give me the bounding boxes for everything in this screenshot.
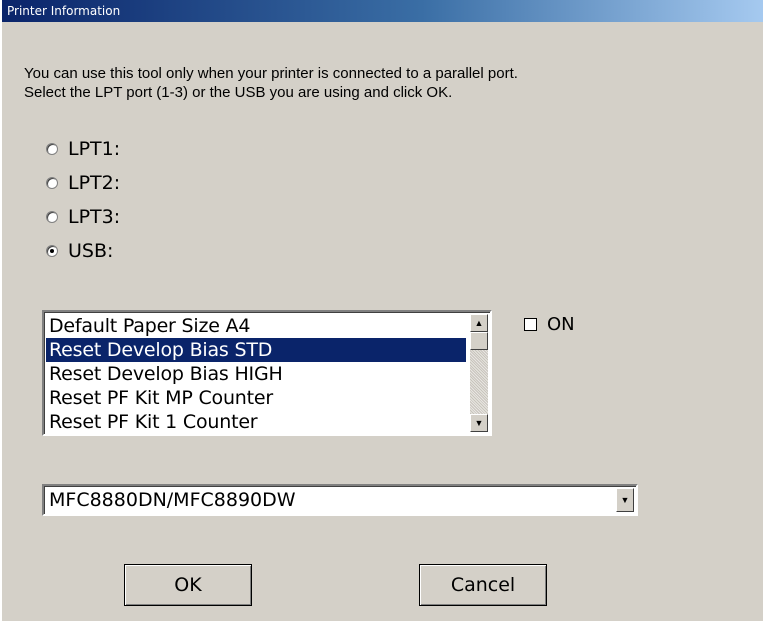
instructions-text: You can use this tool only when your pri… [24, 64, 518, 102]
on-checkbox-row[interactable]: ON [524, 314, 575, 335]
window-title: Printer Information [7, 4, 121, 18]
instruction-line-1: You can use this tool only when your pri… [24, 65, 518, 82]
model-select[interactable]: MFC8880DN/MFC8890DW ▼ [42, 484, 638, 516]
model-select-value: MFC8880DN/MFC8890DW [49, 489, 296, 511]
on-checkbox[interactable] [524, 318, 537, 331]
radio-button-lpt3[interactable] [46, 211, 58, 223]
settings-listbox[interactable]: Default Paper Size A4 Reset Develop Bias… [42, 310, 492, 436]
scroll-up-arrow-icon: ▲ [474, 318, 484, 328]
instruction-line-2: Select the LPT port (1-3) or the USB you… [24, 84, 453, 101]
radio-button-lpt1[interactable] [46, 143, 58, 155]
list-item[interactable]: Reset PF Kit MP Counter [46, 386, 466, 410]
scroll-down-arrow-icon: ▼ [474, 418, 484, 428]
settings-list-items: Default Paper Size A4 Reset Develop Bias… [46, 314, 466, 434]
title-bar[interactable]: Printer Information [2, 0, 763, 22]
radio-button-lpt2[interactable] [46, 177, 58, 189]
list-item[interactable]: Default Paper Size A4 [46, 314, 466, 338]
radio-lpt2[interactable]: LPT2: [46, 166, 120, 200]
port-radio-group: LPT1: LPT2: LPT3: USB: [46, 132, 120, 268]
list-scrollbar[interactable]: ▲ ▼ [470, 314, 488, 432]
radio-label-lpt2: LPT2: [68, 172, 121, 194]
radio-button-usb[interactable] [46, 245, 58, 257]
ok-button[interactable]: OK [124, 564, 252, 606]
radio-label-usb: USB: [68, 240, 114, 262]
scroll-up-button[interactable]: ▲ [470, 314, 488, 332]
radio-lpt1[interactable]: LPT1: [46, 132, 120, 166]
scroll-thumb[interactable] [470, 332, 488, 350]
list-item[interactable]: Reset Develop Bias HIGH [46, 362, 466, 386]
model-select-dropdown-button[interactable]: ▼ [616, 488, 634, 512]
scroll-down-button[interactable]: ▼ [470, 414, 488, 432]
radio-label-lpt1: LPT1: [68, 138, 121, 160]
list-item[interactable]: Reset PF Kit 1 Counter [46, 410, 466, 434]
radio-label-lpt3: LPT3: [68, 206, 121, 228]
dropdown-arrow-icon: ▼ [620, 495, 630, 505]
printer-information-dialog: Printer Information You can use this too… [0, 0, 763, 621]
cancel-button[interactable]: Cancel [419, 564, 547, 606]
radio-usb[interactable]: USB: [46, 234, 120, 268]
list-item-selected[interactable]: Reset Develop Bias STD [46, 338, 466, 362]
radio-lpt3[interactable]: LPT3: [46, 200, 120, 234]
on-checkbox-label: ON [547, 314, 575, 335]
